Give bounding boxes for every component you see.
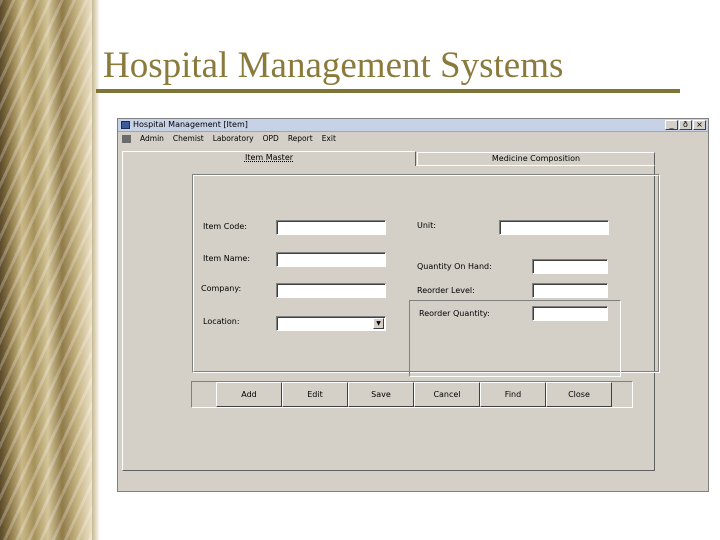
tab-item-master[interactable]: Item Master bbox=[122, 151, 416, 166]
app-window: Hospital Management [Item] _ ð × Admin C… bbox=[117, 118, 709, 492]
quantity-on-hand-label: Quantity On Hand: bbox=[417, 262, 492, 271]
item-code-input[interactable] bbox=[276, 220, 386, 235]
slide-title: Hospital Management Systems bbox=[103, 45, 564, 86]
company-input[interactable] bbox=[276, 283, 386, 298]
item-code-label: Item Code: bbox=[203, 222, 247, 231]
stripe-edge bbox=[92, 0, 100, 540]
unit-label: Unit: bbox=[417, 221, 436, 230]
tab-medicine-composition-label: Medicine Composition bbox=[491, 154, 581, 163]
quantity-on-hand-input[interactable] bbox=[532, 259, 608, 274]
edit-button[interactable]: Edit bbox=[282, 382, 348, 407]
close-button[interactable]: Close bbox=[546, 382, 612, 407]
item-name-label: Item Name: bbox=[203, 254, 251, 263]
title-underline bbox=[96, 89, 680, 93]
location-label: Location: bbox=[203, 317, 240, 326]
find-button[interactable]: Find bbox=[480, 382, 546, 407]
menu-laboratory[interactable]: Laboratory bbox=[213, 134, 254, 143]
tab-item-master-label: Item Master bbox=[244, 153, 294, 162]
app-icon bbox=[121, 121, 130, 129]
window-titlebar[interactable]: Hospital Management [Item] _ ð × bbox=[118, 119, 708, 132]
reorder-quantity-label: Reorder Quantity: bbox=[419, 309, 490, 318]
menu-bar: Admin Chemist Laboratory OPD Report Exit bbox=[118, 133, 708, 144]
menu-report[interactable]: Report bbox=[288, 134, 313, 143]
window-title: Hospital Management [Item] bbox=[133, 120, 248, 129]
reorder-level-input[interactable] bbox=[532, 283, 608, 298]
reorder-level-label: Reorder Level: bbox=[417, 286, 475, 295]
menu-exit[interactable]: Exit bbox=[322, 134, 336, 143]
reorder-quantity-input[interactable] bbox=[532, 306, 608, 321]
chevron-down-icon[interactable]: ▼ bbox=[373, 318, 384, 329]
system-menu-icon[interactable] bbox=[122, 134, 131, 143]
menu-opd[interactable]: OPD bbox=[263, 134, 279, 143]
item-master-panel: Item Code: Item Name: Company: Location:… bbox=[122, 165, 660, 471]
add-button[interactable]: Add bbox=[216, 382, 282, 407]
item-name-input[interactable] bbox=[276, 252, 386, 267]
location-select[interactable]: ▼ bbox=[276, 316, 386, 331]
tab-medicine-composition[interactable]: Medicine Composition bbox=[417, 152, 655, 166]
window-controls: _ ð × bbox=[665, 120, 706, 130]
menu-chemist[interactable]: Chemist bbox=[173, 134, 204, 143]
menu-admin[interactable]: Admin bbox=[140, 134, 164, 143]
unit-input[interactable] bbox=[499, 220, 609, 235]
decorative-marble-stripe bbox=[0, 0, 100, 540]
save-button[interactable]: Save bbox=[348, 382, 414, 407]
close-window-button[interactable]: × bbox=[693, 120, 706, 130]
maximize-button[interactable]: ð bbox=[679, 120, 692, 130]
action-button-bar: Add Edit Save Cancel Find Close bbox=[191, 381, 633, 408]
cancel-button[interactable]: Cancel bbox=[414, 382, 480, 407]
minimize-button[interactable]: _ bbox=[665, 120, 678, 130]
company-label: Company: bbox=[201, 284, 242, 293]
